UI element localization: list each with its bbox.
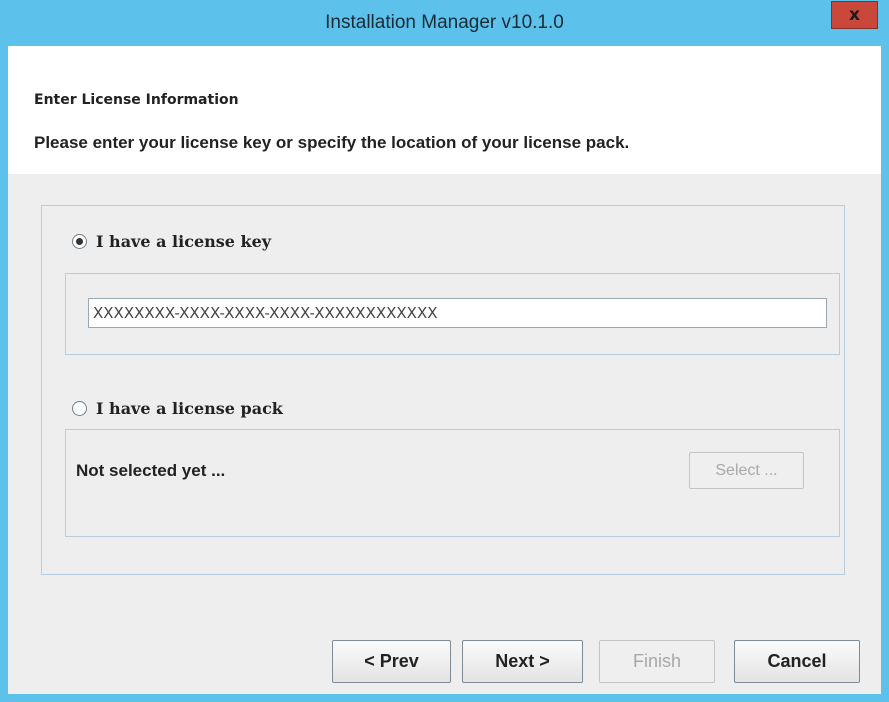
license-key-option[interactable]: I have a license key [72, 232, 271, 251]
license-pack-radio[interactable] [72, 401, 87, 416]
page-title: Enter License Information [34, 92, 239, 108]
next-button[interactable]: Next > [462, 640, 583, 683]
header-panel: Enter License Information Please enter y… [8, 46, 881, 174]
cancel-button[interactable]: Cancel [734, 640, 860, 683]
license-key-input[interactable] [88, 298, 827, 328]
window-title: Installation Manager v10.1.0 [325, 12, 564, 33]
installer-window: Installation Manager v10.1.0 x Enter Lic… [0, 0, 889, 702]
license-pack-option[interactable]: I have a license pack [72, 399, 283, 418]
select-pack-button[interactable]: Select ... [689, 452, 804, 489]
title-bar[interactable]: Installation Manager v10.1.0 x [0, 0, 889, 46]
prev-button[interactable]: < Prev [332, 640, 451, 683]
license-pack-status: Not selected yet ... [76, 461, 226, 480]
license-key-label: I have a license key [96, 232, 272, 251]
page-description: Please enter your license key or specify… [34, 133, 630, 152]
license-key-radio[interactable] [72, 234, 87, 249]
license-pack-label: I have a license pack [96, 399, 283, 418]
finish-button[interactable]: Finish [599, 640, 715, 683]
close-icon: x [849, 4, 860, 25]
close-button[interactable]: x [831, 1, 878, 29]
dialog-content: Enter License Information Please enter y… [8, 46, 881, 694]
